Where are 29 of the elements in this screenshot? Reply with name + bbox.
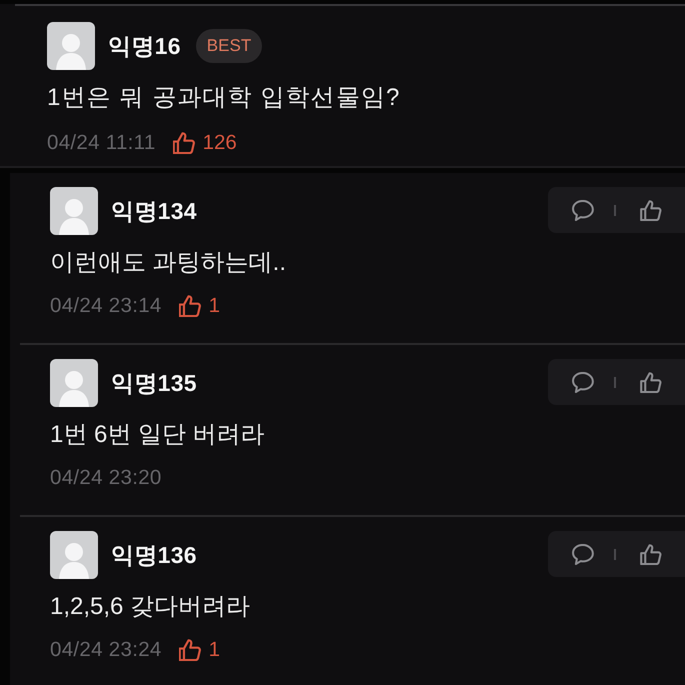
like-count: 1 [208,294,220,318]
author-name: 익명135 [111,368,197,398]
thumbs-up-icon[interactable] [640,544,662,564]
like-count: 1 [208,638,220,662]
speech-bubble-icon[interactable] [572,200,594,220]
author-name: 익명136 [111,540,197,570]
comment-time: 04/24 11:11 [47,131,156,155]
thumbs-up-icon [178,639,201,661]
avatar-icon [50,359,98,407]
thumbs-up-icon[interactable] [640,200,662,220]
comment-time: 04/24 23:20 [50,466,162,490]
avatar-icon [50,531,98,579]
comment-time: 04/24 23:14 [50,294,162,318]
author-name: 익명16 [108,32,181,60]
author-name: 익명134 [111,196,197,226]
comment-text: 1,2,5,6 갖다버려라 [50,592,252,622]
avatar-icon [50,187,98,235]
comment-text: 1번은 뭐 공과대학 입학선물임? [47,83,402,113]
thumbs-up-icon [172,132,195,154]
best-badge: BEST [196,29,262,63]
comment-text: 이런애도 과팅하는데.. [50,248,288,278]
comment-text: 1번 6번 일단 버려라 [50,420,266,450]
thumbs-up-icon[interactable] [640,372,662,392]
comment-time: 04/24 23:24 [50,638,162,662]
thumbs-up-icon [178,295,201,317]
speech-bubble-icon[interactable] [572,372,594,392]
speech-bubble-icon[interactable] [572,544,594,564]
avatar-icon [47,22,95,70]
like-count: 126 [202,131,237,155]
